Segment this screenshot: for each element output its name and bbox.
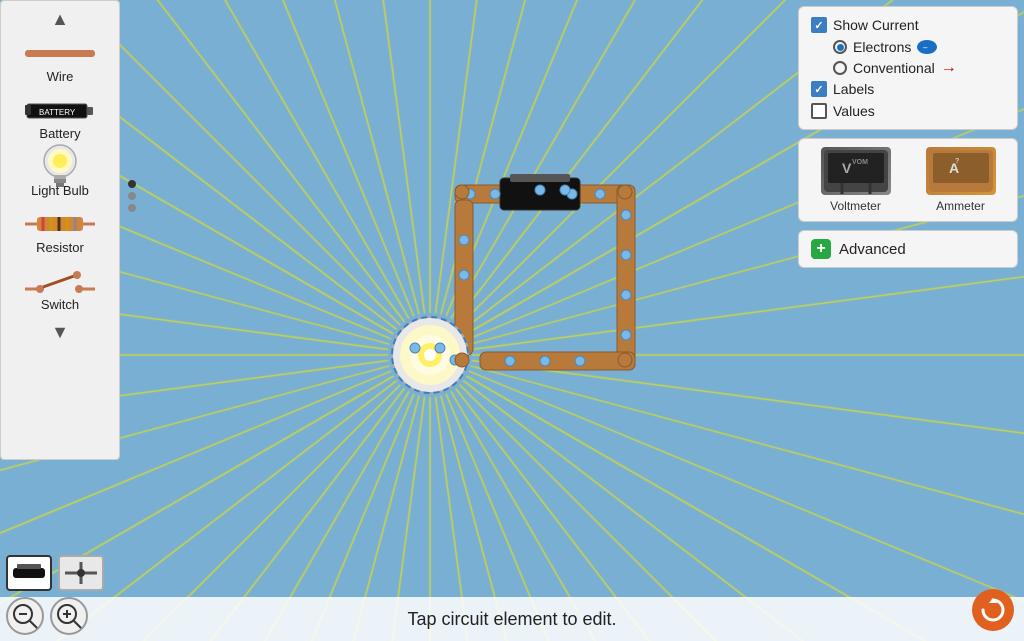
scroll-dot-2: [128, 192, 136, 200]
ammeter-label: Ammeter: [936, 199, 985, 213]
component-sidebar: ▲ Wire BATTERY Battery: [0, 0, 120, 460]
conventional-arrow: →: [941, 59, 957, 77]
resistor-icon: [25, 210, 95, 238]
show-current-checkbox[interactable]: [811, 17, 827, 33]
electron-indicator: –: [917, 40, 937, 54]
sidebar-scroll-down[interactable]: ▼: [30, 318, 90, 346]
options-panel: Show Current Electrons – Conventional → …: [798, 6, 1018, 130]
meters-panel: V VOM Voltmeter A ? Am: [798, 138, 1018, 222]
svg-text:BATTERY: BATTERY: [39, 108, 76, 117]
advanced-label: Advanced: [839, 241, 906, 258]
voltmeter-image: V VOM: [821, 147, 891, 195]
wire-icon: [25, 39, 95, 67]
sidebar-item-battery[interactable]: BATTERY Battery: [1, 90, 119, 147]
advanced-panel[interactable]: + Advanced: [798, 230, 1018, 268]
electrons-label: Electrons: [853, 39, 911, 55]
battery-icon: BATTERY: [25, 96, 95, 124]
voltmeter-item[interactable]: V VOM Voltmeter: [821, 147, 891, 213]
switch-icon: [25, 267, 95, 295]
show-current-label: Show Current: [833, 17, 919, 33]
zoom-in-button[interactable]: [50, 597, 88, 635]
battery-label: Battery: [39, 126, 80, 141]
switch-label: Switch: [41, 297, 79, 312]
wire-label: Wire: [47, 69, 74, 84]
conventional-label: Conventional: [853, 60, 935, 76]
ammeter-image: A ?: [926, 147, 996, 195]
labels-row[interactable]: Labels: [811, 81, 1005, 97]
zoom-controls: [6, 597, 88, 635]
conventional-radio[interactable]: [833, 61, 847, 75]
values-label: Values: [833, 103, 875, 119]
lightbulb-icon: [25, 153, 95, 181]
electrons-radio[interactable]: [833, 40, 847, 54]
junction-tool-button[interactable]: [58, 555, 104, 591]
voltmeter-label: Voltmeter: [830, 199, 881, 213]
ammeter-item[interactable]: A ? Ammeter: [926, 147, 996, 213]
values-row[interactable]: Values: [811, 103, 1005, 119]
sidebar-scroll-up[interactable]: ▲: [30, 5, 90, 33]
labels-label: Labels: [833, 81, 874, 97]
status-text: Tap circuit element to edit.: [407, 609, 616, 630]
svg-text:–: –: [923, 43, 928, 52]
svg-text:V: V: [842, 160, 852, 176]
resistor-label: Resistor: [36, 240, 84, 255]
conventional-row[interactable]: Conventional →: [833, 59, 1005, 77]
zoom-out-button[interactable]: [6, 597, 44, 635]
sidebar-item-resistor[interactable]: Resistor: [1, 204, 119, 261]
sidebar-item-lightbulb[interactable]: Light Bulb: [1, 147, 119, 204]
sidebar-item-wire[interactable]: Wire: [1, 33, 119, 90]
scroll-dot-1: [128, 180, 136, 188]
scroll-dot-3: [128, 204, 136, 212]
sidebar-item-switch[interactable]: Switch: [1, 261, 119, 318]
electrons-row[interactable]: Electrons –: [833, 39, 1005, 55]
wire-tool-button[interactable]: [6, 555, 52, 591]
show-current-row[interactable]: Show Current: [811, 17, 1005, 33]
svg-text:VOM: VOM: [852, 159, 868, 166]
lightbulb-label: Light Bulb: [31, 183, 89, 198]
right-panel: Show Current Electrons – Conventional → …: [798, 6, 1018, 268]
labels-checkbox[interactable]: [811, 81, 827, 97]
refresh-button[interactable]: [972, 589, 1014, 631]
values-checkbox[interactable]: [811, 103, 827, 119]
status-bar: Tap circuit element to edit.: [0, 597, 1024, 641]
bottom-toolbar: [6, 555, 104, 591]
advanced-plus-icon: +: [811, 239, 831, 259]
sidebar-scroll-indicator: [128, 180, 136, 240]
svg-text:?: ?: [955, 158, 959, 165]
